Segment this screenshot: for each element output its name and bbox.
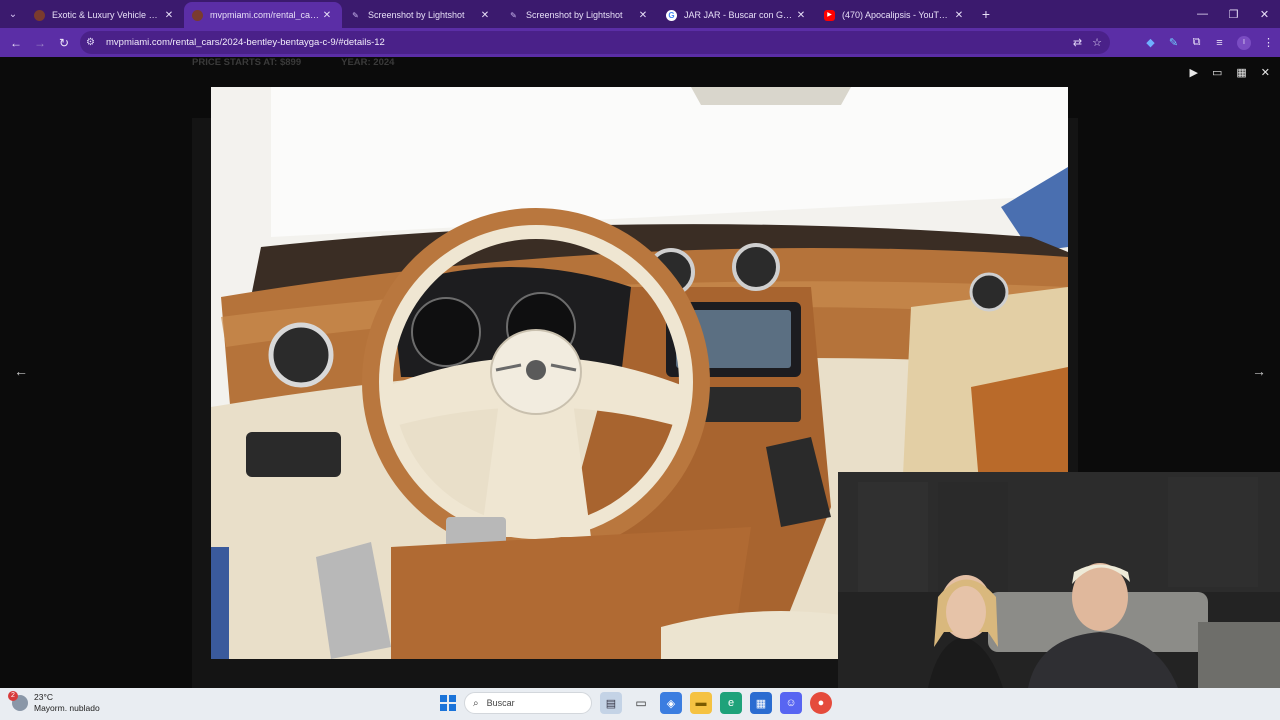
windows-taskbar: 2 23°C Mayorm. nublado ⌕ Buscar ▤ ▭ ◈ ▬ …	[0, 688, 1280, 720]
address-bar[interactable]: ⚙ mvpmiami.com/rental_cars/2024-bentley-…	[80, 31, 1110, 54]
temperature-text: 23°C	[34, 692, 53, 702]
close-icon[interactable]: ✕	[1261, 66, 1270, 79]
weather-description: Mayorm. nublado	[34, 703, 100, 713]
media-queue-icon[interactable]: ≡	[1208, 37, 1231, 49]
copilot-icon[interactable]: ◈	[660, 692, 682, 714]
restore-icon[interactable]: ❐	[1218, 8, 1249, 21]
tab-exotic-rentals[interactable]: Exotic & Luxury Vehicle Rentals ✕	[26, 2, 184, 28]
browser-tab-strip: ⌄ Exotic & Luxury Vehicle Rentals ✕ mvpm…	[0, 0, 1280, 28]
grid-icon[interactable]: ▦	[1236, 66, 1246, 79]
tab-title: Exotic & Luxury Vehicle Rentals	[52, 10, 162, 20]
weather-widget[interactable]: 2 23°C Mayorm. nublado	[8, 691, 100, 714]
notification-badge: 2	[8, 691, 18, 701]
webcam-overlay	[838, 472, 1280, 688]
google-icon: G	[666, 9, 677, 21]
cloud-icon: 2	[8, 691, 28, 711]
site-info-icon[interactable]: ⚙	[86, 37, 100, 48]
store-icon[interactable]: ▦	[750, 692, 772, 714]
back-arrow-icon[interactable]: ←	[4, 36, 28, 50]
search-icon: ⌕	[473, 697, 479, 709]
windows-start-icon[interactable]	[440, 695, 456, 711]
extensions-puzzle-icon[interactable]: ⧉	[1185, 36, 1208, 49]
prev-arrow-icon[interactable]: ←	[14, 363, 28, 379]
browser-toolbar: ← → ↻ ⚙ mvpmiami.com/rental_cars/2024-be…	[0, 28, 1280, 57]
bookmark-star-icon[interactable]: ☆	[1092, 36, 1102, 49]
tab-lightshot-1[interactable]: ✎ Screenshot by Lightshot ✕	[342, 2, 500, 28]
tab-close-icon[interactable]: ✕	[478, 10, 492, 21]
tab-title: Screenshot by Lightshot	[526, 10, 623, 20]
youtube-icon: ▶	[824, 9, 835, 21]
lightbox-controls: ▶ ▭ ▦ ✕	[1190, 66, 1271, 79]
tab-search-chevron-icon[interactable]: ⌄	[0, 0, 26, 28]
forward-arrow-icon[interactable]: →	[28, 36, 52, 50]
tab-title: JAR JAR - Buscar con Google	[684, 10, 794, 20]
tab-title: Screenshot by Lightshot	[368, 10, 465, 20]
url-text[interactable]: mvpmiami.com/rental_cars/2024-bentley-be…	[106, 37, 385, 48]
file-explorer-icon[interactable]: ▬	[690, 692, 712, 714]
search-placeholder: Buscar	[486, 698, 515, 708]
tab-youtube[interactable]: ▶ (470) Apocalipsis - YouTube ✕	[816, 2, 974, 28]
car-info-row: PRICE STARTS AT: $899 YEAR: 2024	[192, 57, 394, 71]
price-label: PRICE STARTS AT: $899	[192, 57, 302, 68]
taskbar-apps: ⌕ Buscar ▤ ▭ ◈ ▬ e ▦ ☺ ●	[440, 692, 832, 714]
tab-close-icon[interactable]: ✕	[952, 10, 966, 21]
year-label: YEAR: 2024	[341, 57, 395, 68]
tab-close-icon[interactable]: ✕	[320, 10, 334, 21]
reload-icon[interactable]: ↻	[52, 36, 76, 50]
next-arrow-icon[interactable]: →	[1252, 363, 1266, 379]
close-icon[interactable]: ✕	[1249, 8, 1280, 21]
tab-title: (470) Apocalipsis - YouTube	[842, 10, 952, 20]
chrome-icon[interactable]: ●	[810, 692, 832, 714]
taskbar-search[interactable]: ⌕ Buscar	[464, 692, 592, 714]
tab-google-search[interactable]: G JAR JAR - Buscar con Google ✕	[658, 2, 816, 28]
edge-icon[interactable]: e	[720, 692, 742, 714]
extension-shield-icon[interactable]: ◆	[1139, 36, 1162, 49]
feather-icon: ✎	[510, 10, 517, 20]
menu-kebab-icon[interactable]: ⋮	[1257, 36, 1280, 49]
tab-close-icon[interactable]: ✕	[794, 10, 808, 21]
play-icon[interactable]: ▶	[1190, 66, 1198, 79]
tab-close-icon[interactable]: ✕	[162, 10, 176, 21]
tab-mvpmiami[interactable]: mvpmiami.com/rental_cars/2024 ✕	[184, 2, 342, 28]
window-controls: — ❐ ✕	[1187, 0, 1280, 28]
minimize-icon[interactable]: —	[1187, 8, 1218, 20]
tab-lightshot-2[interactable]: ✎ Screenshot by Lightshot ✕	[500, 2, 658, 28]
widgets-icon[interactable]: ▤	[600, 692, 622, 714]
extensions-area: ◆ ✎ ⧉ ≡ I ⋮	[1139, 28, 1280, 57]
webcam-scene-illustration	[838, 472, 1280, 688]
task-view-icon[interactable]: ▭	[630, 692, 652, 714]
site-favicon-icon	[34, 9, 45, 21]
profile-avatar[interactable]: I	[1237, 35, 1251, 50]
feather-icon: ✎	[352, 10, 359, 20]
tab-close-icon[interactable]: ✕	[636, 10, 650, 21]
plus-icon[interactable]: +	[974, 6, 998, 22]
translate-icon[interactable]: ⇄	[1073, 36, 1082, 49]
fullscreen-icon[interactable]: ▭	[1212, 66, 1222, 79]
site-favicon-icon	[192, 9, 203, 21]
tab-title: mvpmiami.com/rental_cars/2024	[210, 10, 320, 20]
extension-feather-icon[interactable]: ✎	[1162, 36, 1185, 49]
discord-icon[interactable]: ☺	[780, 692, 802, 714]
